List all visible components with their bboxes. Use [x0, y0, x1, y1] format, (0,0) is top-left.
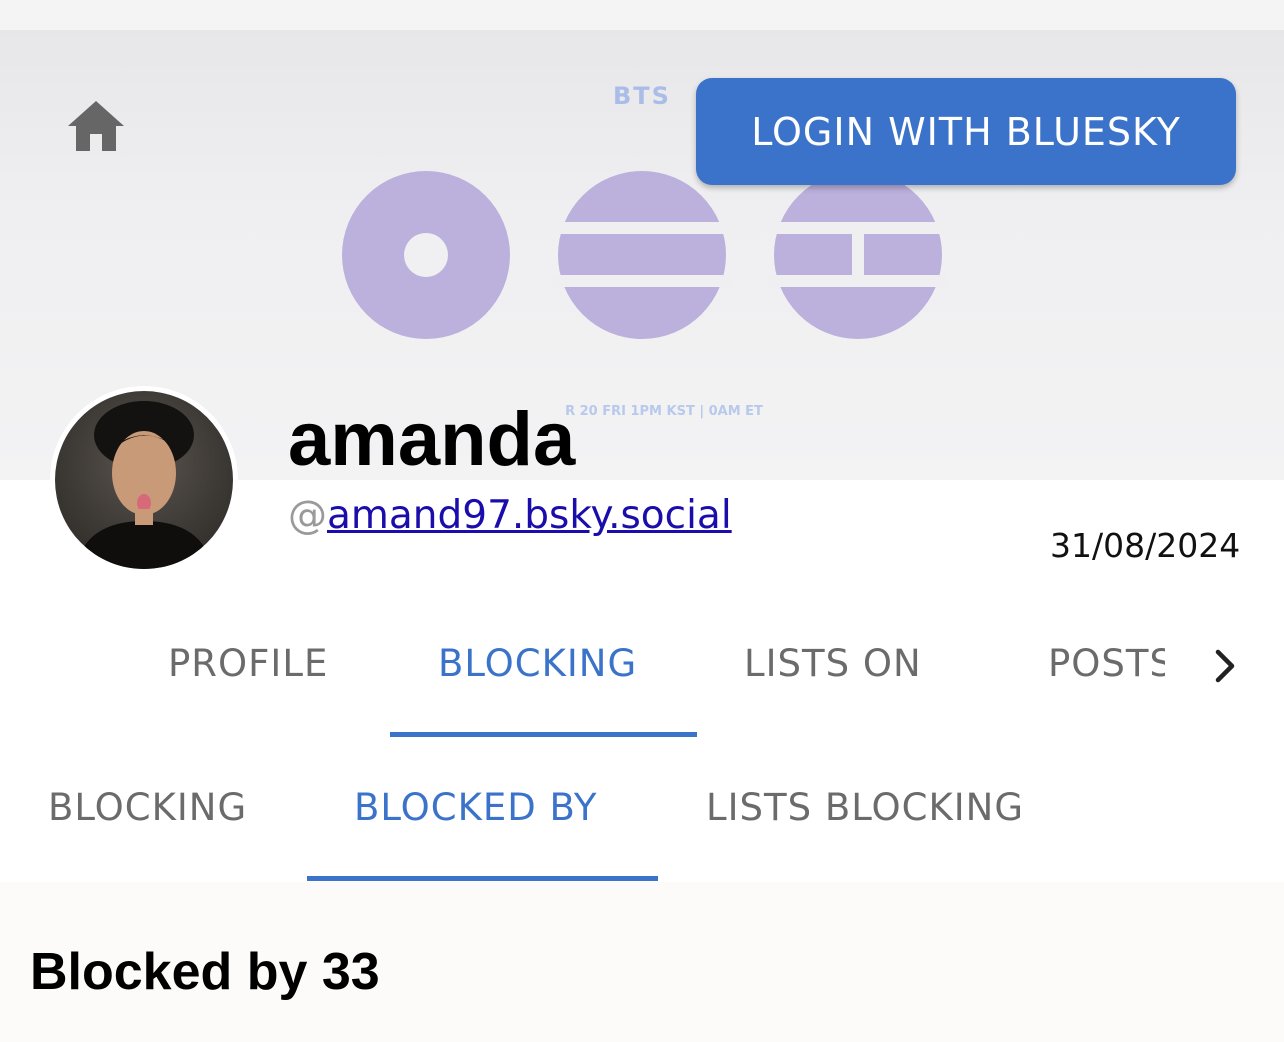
display-name: amanda — [288, 397, 576, 482]
tab-posts[interactable]: POSTS — [1048, 642, 1165, 685]
banner-circle-1-hole — [404, 233, 448, 277]
subtab-blocked-by-indicator — [307, 876, 658, 881]
subtab-blocking[interactable]: BLOCKING — [48, 786, 247, 829]
banner-caption: R 20 FRI 1PM KST | 0AM ET — [565, 404, 763, 419]
tab-posts-clip: POSTS — [1048, 640, 1165, 700]
banner-circle-2-stripe-2 — [552, 275, 732, 287]
avatar — [55, 391, 233, 569]
chevron-right-icon — [1215, 649, 1235, 683]
tab-profile[interactable]: PROFILE — [168, 642, 328, 685]
subtab-lists-blocking[interactable]: LISTS BLOCKING — [706, 786, 1024, 829]
subtab-blocked-by[interactable]: BLOCKED BY — [354, 786, 598, 829]
tabs-scroll-right-button[interactable] — [1200, 640, 1248, 692]
home-icon — [68, 101, 124, 151]
tab-lists-on[interactable]: LISTS ON — [744, 642, 922, 685]
banner-brand-text: BTS — [613, 82, 671, 110]
login-with-bluesky-button[interactable]: LOGIN WITH BLUESKY — [696, 78, 1236, 185]
profile-date: 31/08/2024 — [1050, 526, 1241, 565]
tab-blocking[interactable]: BLOCKING — [438, 642, 637, 685]
banner-circle-2-stripe-1 — [552, 222, 732, 234]
handle-at-sign: @ — [288, 493, 327, 538]
tab-blocking-indicator — [390, 732, 697, 737]
handle-row: @amand97.bsky.social — [288, 492, 732, 540]
avatar-portrait — [75, 401, 213, 569]
profile-page: BTS R 20 FRI 1PM KST | 0AM ET LOGIN WITH… — [0, 0, 1284, 1042]
blocked-by-count-heading: Blocked by 33 — [30, 943, 380, 1001]
home-button[interactable] — [62, 96, 130, 156]
status-strip — [0, 0, 1284, 30]
handle-link[interactable]: amand97.bsky.social — [327, 493, 732, 538]
banner-circle-3-notch — [852, 230, 864, 280]
banner-circle-2 — [558, 171, 726, 339]
